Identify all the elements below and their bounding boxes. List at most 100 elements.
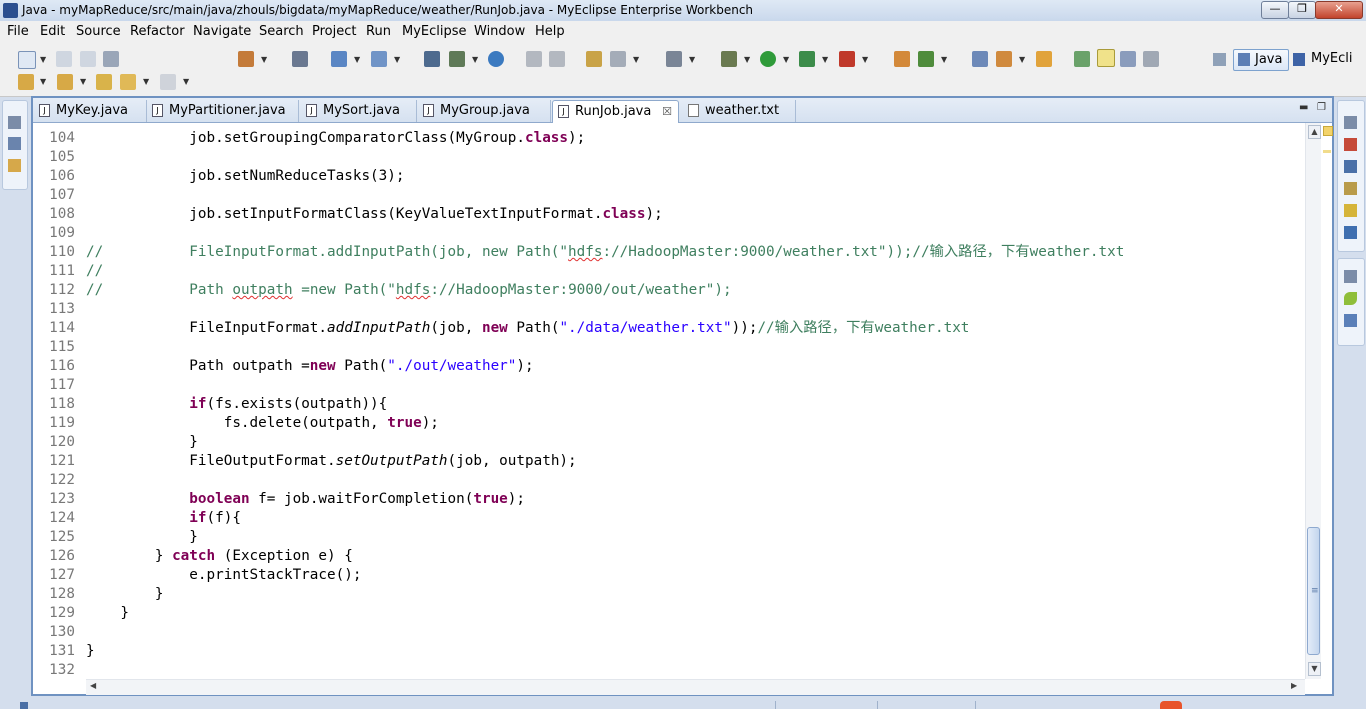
horizontal-scrollbar[interactable]: ◀ ▶ [86,679,1305,695]
run-configuration-dropdown-icon[interactable]: ▼ [822,55,828,64]
perspective-myeclipse[interactable]: MyEcli [1293,49,1366,69]
globe-icon[interactable] [488,51,504,67]
code-line[interactable]: 124 if(f){ [33,509,1305,528]
navigator-icon[interactable] [8,159,21,172]
open-type-icon[interactable] [238,51,254,67]
code-line[interactable]: 116 Path outpath =new Path("./out/weathe… [33,357,1305,376]
code-line[interactable]: 110 // FileInputFormat.addInputPath(job, … [33,243,1305,262]
minimize-editor-icon[interactable]: ▬ [1299,102,1308,113]
code-line[interactable]: 117 [33,376,1305,395]
menu-help[interactable]: Help [535,24,565,39]
external-tools-dropdown-icon[interactable]: ▼ [862,55,868,64]
menu-window[interactable]: Window [474,24,525,39]
tab-mygroup[interactable]: J MyGroup.java [418,100,551,122]
deploy-icon[interactable] [449,51,465,67]
notification-icon[interactable] [1160,701,1182,709]
javadoc-icon[interactable] [1344,160,1357,173]
menu-project[interactable]: Project [312,24,356,39]
menu-source[interactable]: Source [76,24,121,39]
spring-icon[interactable] [1344,292,1357,305]
myeclipse-app-icon[interactable] [3,3,18,18]
new-package-dropdown-icon[interactable]: ▼ [394,55,400,64]
package-explorer-icon[interactable] [8,137,21,150]
pin-icon[interactable] [1074,51,1090,67]
code-line[interactable]: 125 } [33,528,1305,547]
fast-view-icon[interactable] [20,702,28,709]
menu-edit[interactable]: Edit [40,24,65,39]
new-java-class-icon[interactable] [331,51,347,67]
vertical-scroll-thumb[interactable]: ≡ [1307,527,1320,655]
show-whitespace-icon[interactable] [1143,51,1159,67]
menu-search[interactable]: Search [259,24,304,39]
perspective-java[interactable]: Java [1233,49,1289,71]
previous-annotation-icon[interactable] [57,74,73,90]
scroll-down-icon[interactable]: ▼ [1308,662,1321,676]
camera-dropdown-icon[interactable]: ▼ [689,55,695,64]
menu-file[interactable]: File [7,24,29,39]
code-line[interactable]: 109 [33,224,1305,243]
team-icon[interactable] [972,51,988,67]
console-icon[interactable] [1344,204,1357,217]
back-history-icon[interactable] [526,51,542,67]
forward-arrow-icon[interactable] [160,74,176,90]
menu-run[interactable]: Run [366,24,391,39]
restore-views-icon[interactable] [1344,116,1357,129]
outline-icon[interactable] [1344,314,1357,327]
code-line[interactable]: 126 } catch (Exception e) { [33,547,1305,566]
code-line[interactable]: 111 // [33,262,1305,281]
close-button[interactable]: ✕ [1315,1,1363,19]
code-line[interactable]: 128 } [33,585,1305,604]
block-selection-icon[interactable] [1120,51,1136,67]
code-line[interactable]: 122 [33,471,1305,490]
new-dropdown-icon[interactable]: ▼ [40,55,46,64]
code-line[interactable]: 123 boolean f= job.waitForCompletion(tru… [33,490,1305,509]
forward-history-icon[interactable] [549,51,565,67]
run-icon[interactable] [760,51,776,67]
code-line[interactable]: 106 job.setNumReduceTasks(3); [33,167,1305,186]
search-dropdown-icon[interactable]: ▼ [633,55,639,64]
new-package-icon[interactable] [371,51,387,67]
scroll-right-icon[interactable]: ▶ [1291,681,1297,690]
package-icon[interactable] [894,51,910,67]
code-line[interactable]: 108 job.setInputFormatClass(KeyValueText… [33,205,1305,224]
code-line[interactable]: 107 [33,186,1305,205]
code-line[interactable]: 120 } [33,433,1305,452]
code-line[interactable]: 104 job.setGroupingComparatorClass(MyGro… [33,129,1305,148]
code-line[interactable]: 131} [33,642,1305,661]
menu-refactor[interactable]: Refactor [130,24,185,39]
problems-icon[interactable] [1344,138,1357,151]
code-line[interactable]: 118 if(fs.exists(outpath)){ [33,395,1305,414]
code-line[interactable]: 121 FileOutputFormat.setOutputPath(job, … [33,452,1305,471]
code-line[interactable]: 127 e.printStackTrace(); [33,566,1305,585]
back-arrow-icon[interactable] [120,74,136,90]
deploy-dropdown-icon[interactable]: ▼ [472,55,478,64]
code-line[interactable]: 130 [33,623,1305,642]
code-text-area[interactable]: 104 job.setGroupingComparatorClass(MyGro… [33,123,1305,679]
vertical-scrollbar[interactable]: ▲ ≡ ▼ [1305,123,1322,679]
next-annotation-icon[interactable] [18,74,34,90]
server-icon[interactable] [424,51,440,67]
tab-runjob[interactable]: J RunJob.java ☒ [552,100,679,123]
highlight-icon[interactable] [1097,49,1115,67]
open-perspective-icon[interactable] [1213,53,1226,66]
menu-navigate[interactable]: Navigate [193,24,251,39]
maximize-button[interactable]: ❐ [1288,1,1316,19]
code-line[interactable]: 105 [33,148,1305,167]
tab-mypartitioner[interactable]: J MyPartitioner.java [147,100,299,122]
search-icon[interactable] [610,51,626,67]
forward-dropdown-icon[interactable]: ▼ [183,77,189,86]
open-type-dropdown-icon[interactable]: ▼ [261,55,267,64]
code-line[interactable]: 113 [33,300,1305,319]
tab-mykey[interactable]: J MyKey.java [34,100,147,122]
previous-annotation-dropdown-icon[interactable]: ▼ [80,77,86,86]
warning-marker-icon[interactable] [1323,126,1333,136]
new-icon[interactable] [18,51,36,69]
scroll-left-icon[interactable]: ◀ [90,681,96,690]
terminal-icon[interactable] [292,51,308,67]
code-line[interactable]: 132 [33,661,1305,679]
print-icon[interactable] [103,51,119,67]
menu-myeclipse[interactable]: MyEclipse [402,24,467,39]
refresh-icon[interactable] [918,51,934,67]
annotation-marker-icon[interactable] [1323,150,1331,153]
image-icon[interactable] [586,51,602,67]
